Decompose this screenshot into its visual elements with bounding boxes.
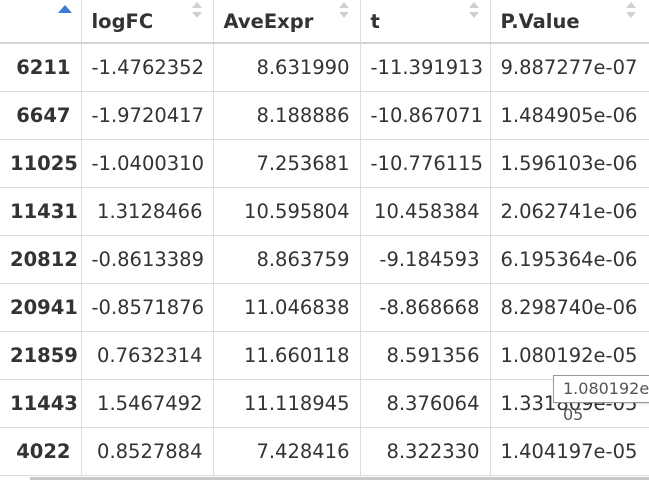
header-row: logFC AveExpr t P.Value xyxy=(0,0,649,44)
table-row: 20812 -0.8613389 8.863759 -9.184593 6.19… xyxy=(0,235,649,284)
cell-aveexpr: 11.046838 xyxy=(213,283,361,332)
cell-logfc: 1.5467492 xyxy=(81,379,214,428)
table-row: 21859 0.7632314 11.660118 8.591356 1.080… xyxy=(0,331,649,380)
row-name: 11443 xyxy=(0,379,82,428)
cell-pvalue: 1.484905e-06 xyxy=(490,91,649,140)
table-row: 11431 1.3128466 10.595804 10.458384 2.06… xyxy=(0,187,649,236)
cell-aveexpr: 10.595804 xyxy=(213,187,361,236)
cell-t: -9.184593 xyxy=(360,235,491,284)
row-name: 11431 xyxy=(0,187,82,236)
cell-tooltip: 1.080192e-05 xyxy=(553,375,649,424)
cell-logfc: -1.9720417 xyxy=(81,91,214,140)
cell-pvalue: 1.080192e-05 xyxy=(490,331,649,380)
row-name: 11025 xyxy=(0,139,82,188)
data-table: logFC AveExpr t P.Value 6211 -1.4762352 … xyxy=(0,0,649,476)
cell-aveexpr: 8.863759 xyxy=(213,235,361,284)
cell-t: -10.776115 xyxy=(360,139,491,188)
cell-logfc: 0.7632314 xyxy=(81,331,214,380)
cell-pvalue: 6.195364e-06 xyxy=(490,235,649,284)
cell-pvalue: 1.596103e-06 xyxy=(490,139,649,188)
cell-logfc: 0.8527884 xyxy=(81,427,214,476)
column-header-logfc[interactable]: logFC xyxy=(81,0,214,44)
cell-aveexpr: 7.428416 xyxy=(213,427,361,476)
sort-icon xyxy=(625,2,636,18)
column-header-pvalue[interactable]: P.Value xyxy=(490,0,649,44)
sort-ascending-icon xyxy=(58,5,72,13)
cell-aveexpr: 11.118945 xyxy=(213,379,361,428)
row-name: 6647 xyxy=(0,91,82,140)
column-header-aveexpr[interactable]: AveExpr xyxy=(213,0,361,44)
table-row: 20941 -0.8571876 11.046838 -8.868668 8.2… xyxy=(0,283,649,332)
column-header-label: P.Value xyxy=(500,9,580,33)
cell-t: -8.868668 xyxy=(360,283,491,332)
column-header-label: logFC xyxy=(91,9,154,33)
cell-aveexpr: 11.660118 xyxy=(213,331,361,380)
table-row: 6647 -1.9720417 8.188886 -10.867071 1.48… xyxy=(0,91,649,140)
cell-t: -11.391913 xyxy=(360,43,491,92)
sort-icon xyxy=(338,2,349,18)
cell-logfc: -0.8571876 xyxy=(81,283,214,332)
cell-logfc: -1.0400310 xyxy=(81,139,214,188)
column-header-label: t xyxy=(370,9,380,33)
column-header-rownames[interactable] xyxy=(0,0,82,44)
cell-t: 10.458384 xyxy=(360,187,491,236)
cell-logfc: -1.4762352 xyxy=(81,43,214,92)
cell-pvalue: 2.062741e-06 xyxy=(490,187,649,236)
table-row: 11025 -1.0400310 7.253681 -10.776115 1.5… xyxy=(0,139,649,188)
sort-icon xyxy=(191,2,202,18)
row-name: 4022 xyxy=(0,427,82,476)
row-name: 21859 xyxy=(0,331,82,380)
cell-pvalue: 9.887277e-07 xyxy=(490,43,649,92)
column-header-t[interactable]: t xyxy=(360,0,491,44)
table-row: 11443 1.5467492 11.118945 8.376064 1.331… xyxy=(0,379,649,428)
row-name: 20812 xyxy=(0,235,82,284)
cell-pvalue: 1.404197e-05 xyxy=(490,427,649,476)
cell-t: 8.591356 xyxy=(360,331,491,380)
row-name: 6211 xyxy=(0,43,82,92)
cell-aveexpr: 7.253681 xyxy=(213,139,361,188)
table-row: 4022 0.8527884 7.428416 8.322330 1.40419… xyxy=(0,427,649,476)
row-name: 20941 xyxy=(0,283,82,332)
cell-logfc: 1.3128466 xyxy=(81,187,214,236)
column-header-label: AveExpr xyxy=(223,9,314,33)
cell-t: 8.322330 xyxy=(360,427,491,476)
table-row: 6211 -1.4762352 8.631990 -11.391913 9.88… xyxy=(0,43,649,92)
cell-pvalue: 8.298740e-06 xyxy=(490,283,649,332)
cell-aveexpr: 8.188886 xyxy=(213,91,361,140)
cell-t: 8.376064 xyxy=(360,379,491,428)
cell-aveexpr: 8.631990 xyxy=(213,43,361,92)
cell-t: -10.867071 xyxy=(360,91,491,140)
cell-logfc: -0.8613389 xyxy=(81,235,214,284)
sort-icon xyxy=(468,2,479,18)
